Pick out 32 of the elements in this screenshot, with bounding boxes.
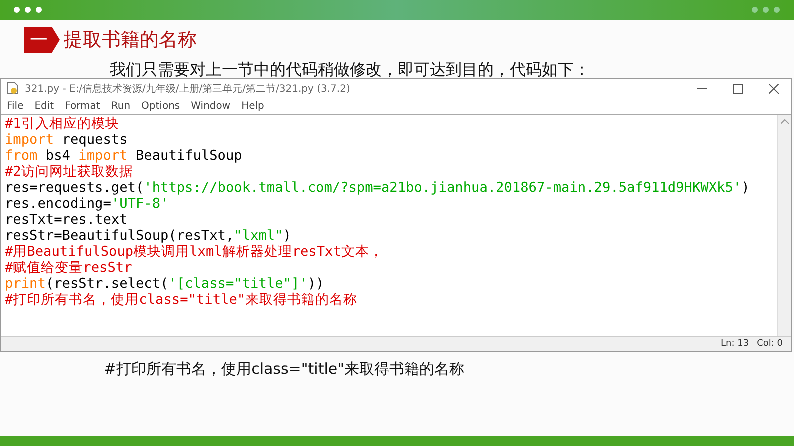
menu-item[interactable]: Run: [111, 100, 131, 112]
code-line: #1引入相应的模块: [5, 116, 120, 132]
dots-icon: [752, 7, 780, 13]
code-line: res=requests.get('https://book.tmall.com/?spm=a21bo.jianhua.201867-main.29.5af911d9HKWXk5'): [5, 180, 751, 196]
code-line: resTxt=res.text: [5, 212, 129, 228]
code-line: #2访问网址获取数据: [5, 164, 134, 180]
slide-title: 提取书籍的名称: [64, 28, 197, 53]
code-line: res.encoding='UTF-8': [5, 196, 170, 212]
menu-item[interactable]: Help: [242, 100, 264, 112]
code-line: print(resStr.select('[class="title"]')): [5, 276, 326, 292]
dots-icon: [14, 7, 42, 13]
code-line: #赋值给变量resStr: [5, 260, 134, 276]
code-line: #用BeautifulSoup模块调用lxml解析器处理resTxt文本，: [5, 244, 384, 260]
maximize-icon[interactable]: [733, 84, 743, 94]
intro-text: 我们只需要对上一节中的代码稍做修改，即可达到目的，代码如下：: [110, 60, 590, 79]
menu-item[interactable]: Options: [142, 100, 180, 112]
note-text: #打印所有书名，使用class="title"来取得书籍的名称: [104, 360, 464, 378]
menu-item[interactable]: Format: [65, 100, 100, 112]
column-number: Col: 0: [757, 339, 783, 349]
scrollbar[interactable]: [777, 115, 791, 336]
code-line: resStr=BeautifulSoup(resTxt,"lxml"): [5, 228, 292, 244]
close-icon[interactable]: [769, 84, 779, 94]
menu-item[interactable]: Window: [191, 100, 231, 112]
code-line: from bs4 import BeautifulSoup: [5, 148, 244, 164]
window-title: 321.py - E:/信息技术资源/九年级/上册/第三单元/第二节/321.py (3.7.2): [25, 82, 350, 96]
code-line: import requests: [5, 132, 129, 148]
line-number: Ln: 13: [721, 339, 750, 349]
menu-item[interactable]: File: [7, 100, 24, 112]
file-icon: [7, 82, 19, 95]
menu-item[interactable]: Edit: [34, 100, 54, 112]
code-line: #打印所有书名，使用class="title"来取得书籍的名称: [5, 292, 359, 308]
section-badge: 一: [24, 27, 60, 53]
